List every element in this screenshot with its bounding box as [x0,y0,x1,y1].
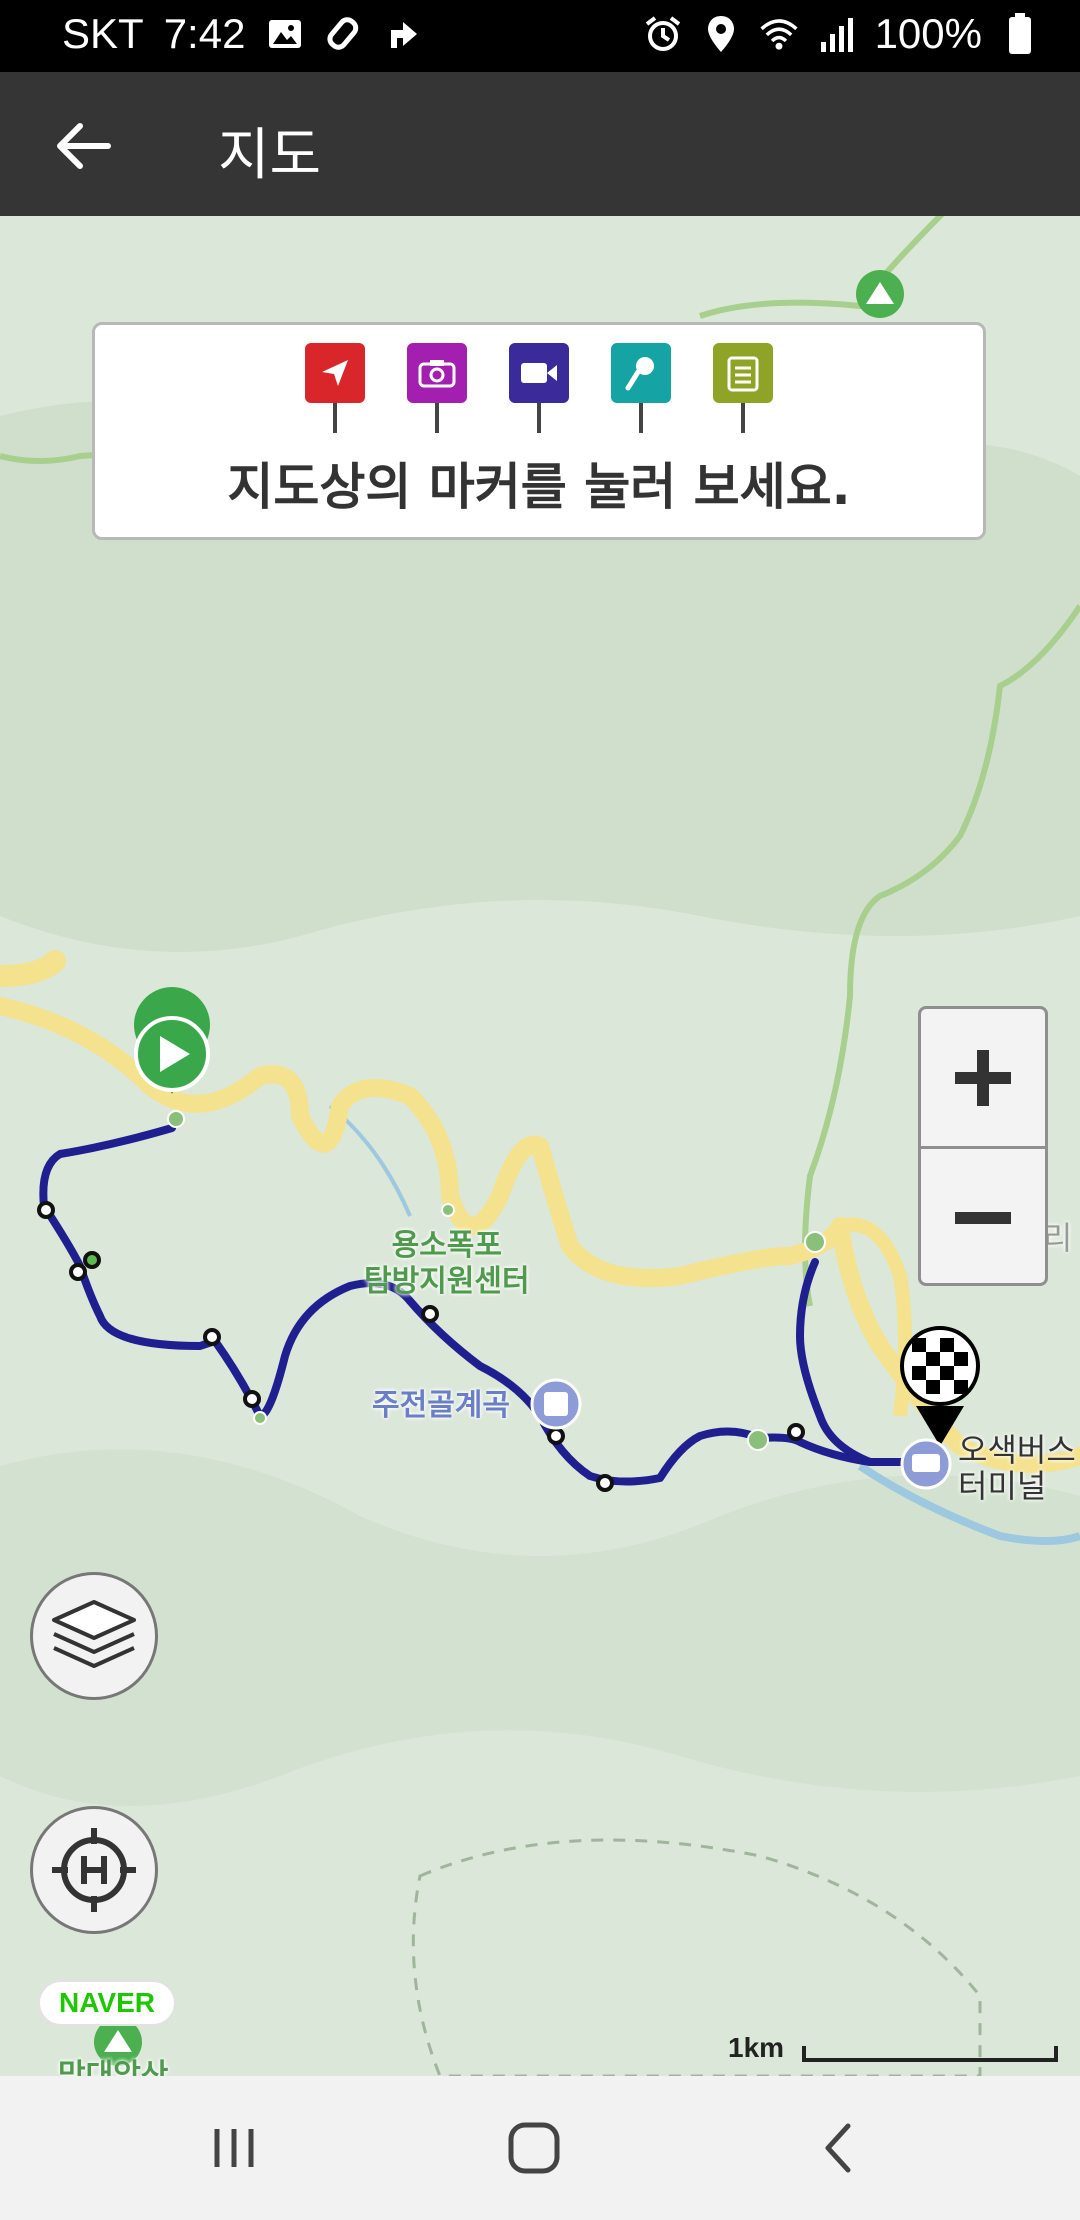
clock: 7:42 [163,10,246,57]
video-marker-icon [509,343,569,435]
location-icon [701,12,741,56]
zoom-control [918,1006,1048,1286]
crosshair-icon [52,1828,136,1912]
visitor-center-label: 용소폭포 탐방지원센터 [364,1228,530,1299]
zoom-in-button[interactable] [921,1009,1045,1146]
map-scale: 1km [728,2032,1058,2072]
battery-icon [1000,12,1040,56]
minus-icon [955,1211,1011,1224]
scale-bar [802,2046,1058,2062]
bus-terminal-icon[interactable] [900,1438,952,1490]
carrier-label: SKT [62,10,144,57]
note-marker-icon [713,343,773,435]
microphone-marker-icon [611,343,671,435]
wifi-icon [759,12,799,56]
scale-label: 1km [728,2032,785,2063]
valley-label: 주전골계곡 [372,1388,510,1423]
bus-terminal-label: 오색버스 터미널 [958,1431,1076,1505]
home-icon [508,2122,560,2174]
signal-icon [817,12,857,56]
naver-logo: NAVER [38,1980,176,2026]
page-title: 지도 [218,123,322,188]
system-nav-bar [0,2076,1080,2220]
navigation-icon [385,12,425,56]
start-marker-icon[interactable] [134,987,210,1094]
direction-marker-icon [305,343,365,435]
camera-marker-icon [407,343,467,435]
image-icon [265,12,305,56]
back-nav-button[interactable] [798,2112,878,2184]
arrow-left-icon [57,123,111,169]
back-chevron-icon [825,2123,851,2173]
bottom-place-label: 망대암산 [58,2058,169,2076]
recents-button[interactable] [194,2112,274,2184]
current-location-button[interactable] [30,1806,158,1934]
recents-icon [214,2129,254,2167]
tag-icon [325,12,365,56]
plus-icon [955,1049,1011,1106]
valley-poi-icon[interactable] [530,1378,582,1430]
status-bar: SKT 7:42 100% [0,0,1080,72]
back-button[interactable] [48,110,120,182]
layers-button[interactable] [30,1572,158,1700]
marker-hint-text: 지도상의 마커를 눌러 보세요. [227,458,851,516]
app-bar: 지도 [0,72,1080,216]
battery-percent: 100% [874,10,982,57]
home-button[interactable] [494,2112,574,2184]
zoom-out-button[interactable] [921,1149,1045,1286]
alarm-icon [643,12,683,56]
marker-hint-box: 지도상의 마커를 눌러 보세요. [92,322,986,540]
layers-icon [52,1600,136,1668]
